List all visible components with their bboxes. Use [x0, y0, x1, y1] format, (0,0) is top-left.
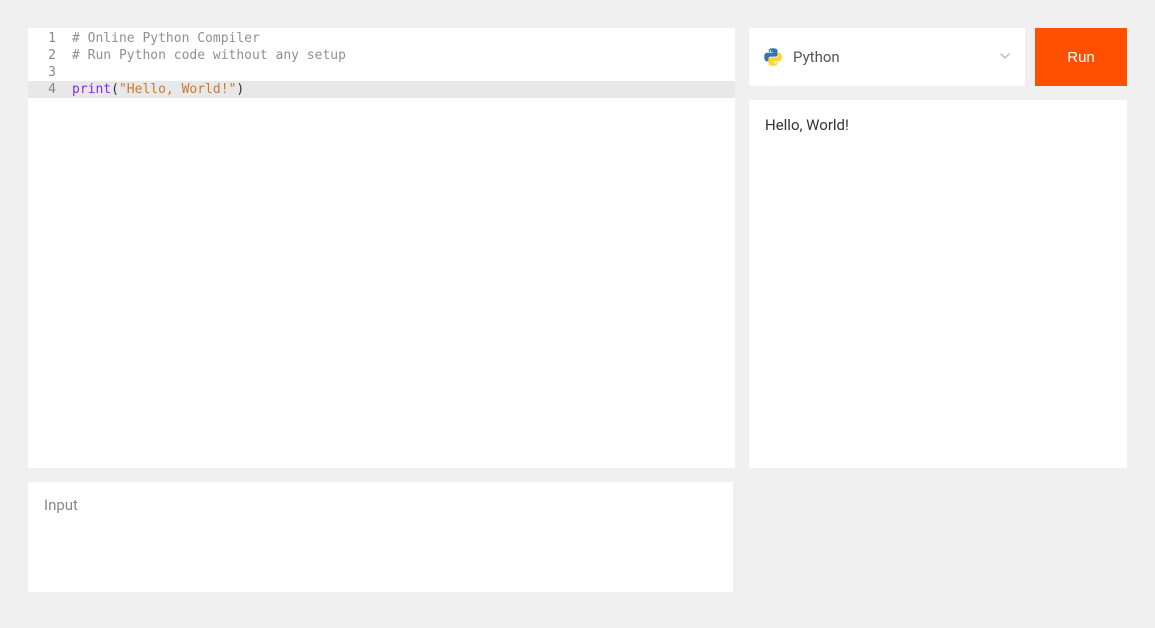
run-button[interactable]: Run: [1035, 28, 1127, 86]
language-name: Python: [793, 48, 999, 66]
code-line[interactable]: # Online Python Compiler: [66, 30, 735, 47]
input-label: Input: [44, 496, 717, 514]
line-number: 4: [28, 81, 66, 98]
code-line[interactable]: [66, 64, 735, 81]
line-number: 2: [28, 47, 66, 64]
code-editor[interactable]: 1234 # Online Python Compiler# Run Pytho…: [28, 28, 735, 468]
code-area[interactable]: # Online Python Compiler# Run Python cod…: [66, 28, 735, 468]
chevron-down-icon: [999, 48, 1011, 66]
line-number-gutter: 1234: [28, 28, 66, 468]
line-number: 1: [28, 30, 66, 47]
run-button-label: Run: [1067, 49, 1095, 66]
python-icon: [763, 47, 783, 67]
code-line[interactable]: print("Hello, World!"): [66, 81, 735, 98]
input-panel[interactable]: Input: [28, 482, 733, 592]
line-number: 3: [28, 64, 66, 81]
output-panel: Hello, World!: [749, 100, 1127, 468]
language-select[interactable]: Python: [749, 28, 1025, 86]
output-text: Hello, World!: [765, 116, 1111, 134]
code-line[interactable]: # Run Python code without any setup: [66, 47, 735, 64]
